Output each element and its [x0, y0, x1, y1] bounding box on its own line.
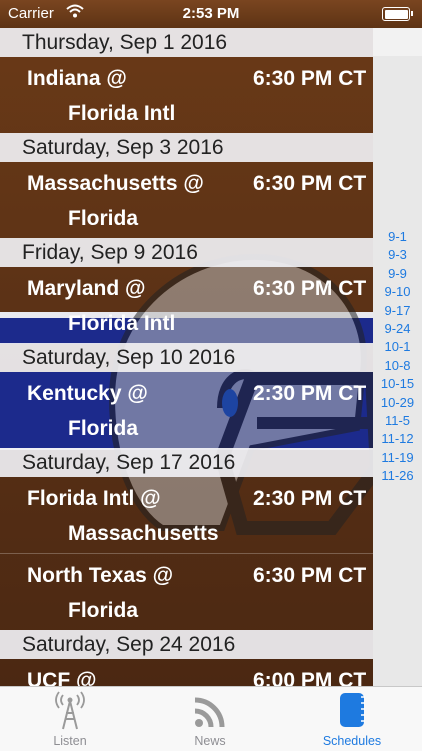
game-time: 6:30 PM CT [253, 277, 367, 300]
index-item[interactable]: 9-17 [373, 302, 422, 320]
schedule-list[interactable]: Thursday, Sep 1 2016 Indiana @ Florida I… [0, 28, 373, 686]
index-item[interactable]: 9-3 [373, 246, 422, 264]
schedule-book-icon [340, 693, 365, 727]
tab-label: Listen [53, 734, 87, 748]
game-row[interactable]: Florida Intl @ Massachusetts 2:30 PM CT [0, 477, 373, 554]
game-time: 2:30 PM CT [253, 487, 367, 510]
game-row[interactable]: Massachusetts @ Florida 6:30 PM CT [0, 162, 373, 238]
index-item[interactable]: 9-10 [373, 283, 422, 301]
index-item[interactable]: 10-1 [373, 338, 422, 356]
game-time: 6:30 PM CT [253, 564, 367, 587]
section-header: Saturday, Sep 3 2016 [0, 133, 373, 162]
game-row[interactable]: Indiana @ Florida Intl 6:30 PM CT [0, 57, 373, 133]
away-team: Indiana @ [27, 67, 127, 90]
home-team: Florida Intl [68, 312, 176, 335]
index-item[interactable]: 10-8 [373, 357, 422, 375]
away-team: North Texas @ [27, 564, 174, 587]
clock: 2:53 PM [182, 5, 240, 22]
game-time: 2:30 PM CT [253, 382, 367, 405]
game-row[interactable]: Kentucky @ Florida 2:30 PM CT [0, 372, 373, 448]
section-index-bar[interactable]: 9-1 9-3 9-9 9-10 9-17 9-24 10-1 10-8 10-… [373, 28, 422, 686]
section-header: Saturday, Sep 24 2016 [0, 630, 373, 659]
index-item[interactable]: 10-29 [373, 394, 422, 412]
home-team: Florida Intl [68, 102, 176, 125]
index-item[interactable]: 11-12 [373, 430, 422, 448]
tab-bar: Listen News Schedules [0, 686, 422, 751]
tab-schedules[interactable]: Schedules [282, 687, 422, 751]
section-header: Thursday, Sep 1 2016 [0, 28, 373, 57]
section-header: Friday, Sep 9 2016 [0, 238, 373, 267]
away-team: Florida Intl @ [27, 487, 161, 510]
game-row[interactable]: UCF @ 6:00 PM CT [0, 659, 373, 686]
battery-icon [382, 7, 413, 21]
index-item[interactable]: 10-15 [373, 375, 422, 393]
section-header: Saturday, Sep 17 2016 [0, 448, 373, 477]
index-top [373, 28, 422, 56]
game-time: 6:30 PM CT [253, 172, 367, 195]
game-time: 6:00 PM CT [253, 669, 367, 686]
status-bar: Carrier 2:53 PM [0, 0, 422, 28]
away-team: UCF @ [27, 669, 97, 686]
tab-listen[interactable]: Listen [0, 687, 140, 751]
game-row[interactable]: Maryland @ Florida Intl 6:30 PM CT [0, 267, 373, 343]
rss-icon [194, 697, 225, 728]
index-item[interactable]: 11-26 [373, 467, 422, 485]
home-team: Florida [68, 599, 139, 622]
away-team: Maryland @ [27, 277, 146, 300]
tab-label: News [194, 734, 226, 748]
index-list[interactable]: 9-1 9-3 9-9 9-10 9-17 9-24 10-1 10-8 10-… [373, 228, 422, 486]
index-item[interactable]: 11-5 [373, 412, 422, 430]
tab-news[interactable]: News [140, 687, 280, 751]
game-row[interactable]: North Texas @ Florida 6:30 PM CT [0, 554, 373, 630]
index-item[interactable]: 9-1 [373, 228, 422, 246]
home-team: Massachusetts [68, 522, 219, 545]
section-header: Saturday, Sep 10 2016 [0, 343, 373, 372]
index-item[interactable]: 9-9 [373, 265, 422, 283]
game-time: 6:30 PM CT [253, 67, 367, 90]
home-team: Florida [68, 417, 139, 440]
away-team: Kentucky @ [27, 382, 148, 405]
tab-label: Schedules [322, 734, 382, 748]
index-item[interactable]: 11-19 [373, 449, 422, 467]
radio-tower-icon [55, 691, 85, 730]
away-team: Massachusetts @ [27, 172, 204, 195]
index-item[interactable]: 9-24 [373, 320, 422, 338]
home-team: Florida [68, 207, 139, 230]
